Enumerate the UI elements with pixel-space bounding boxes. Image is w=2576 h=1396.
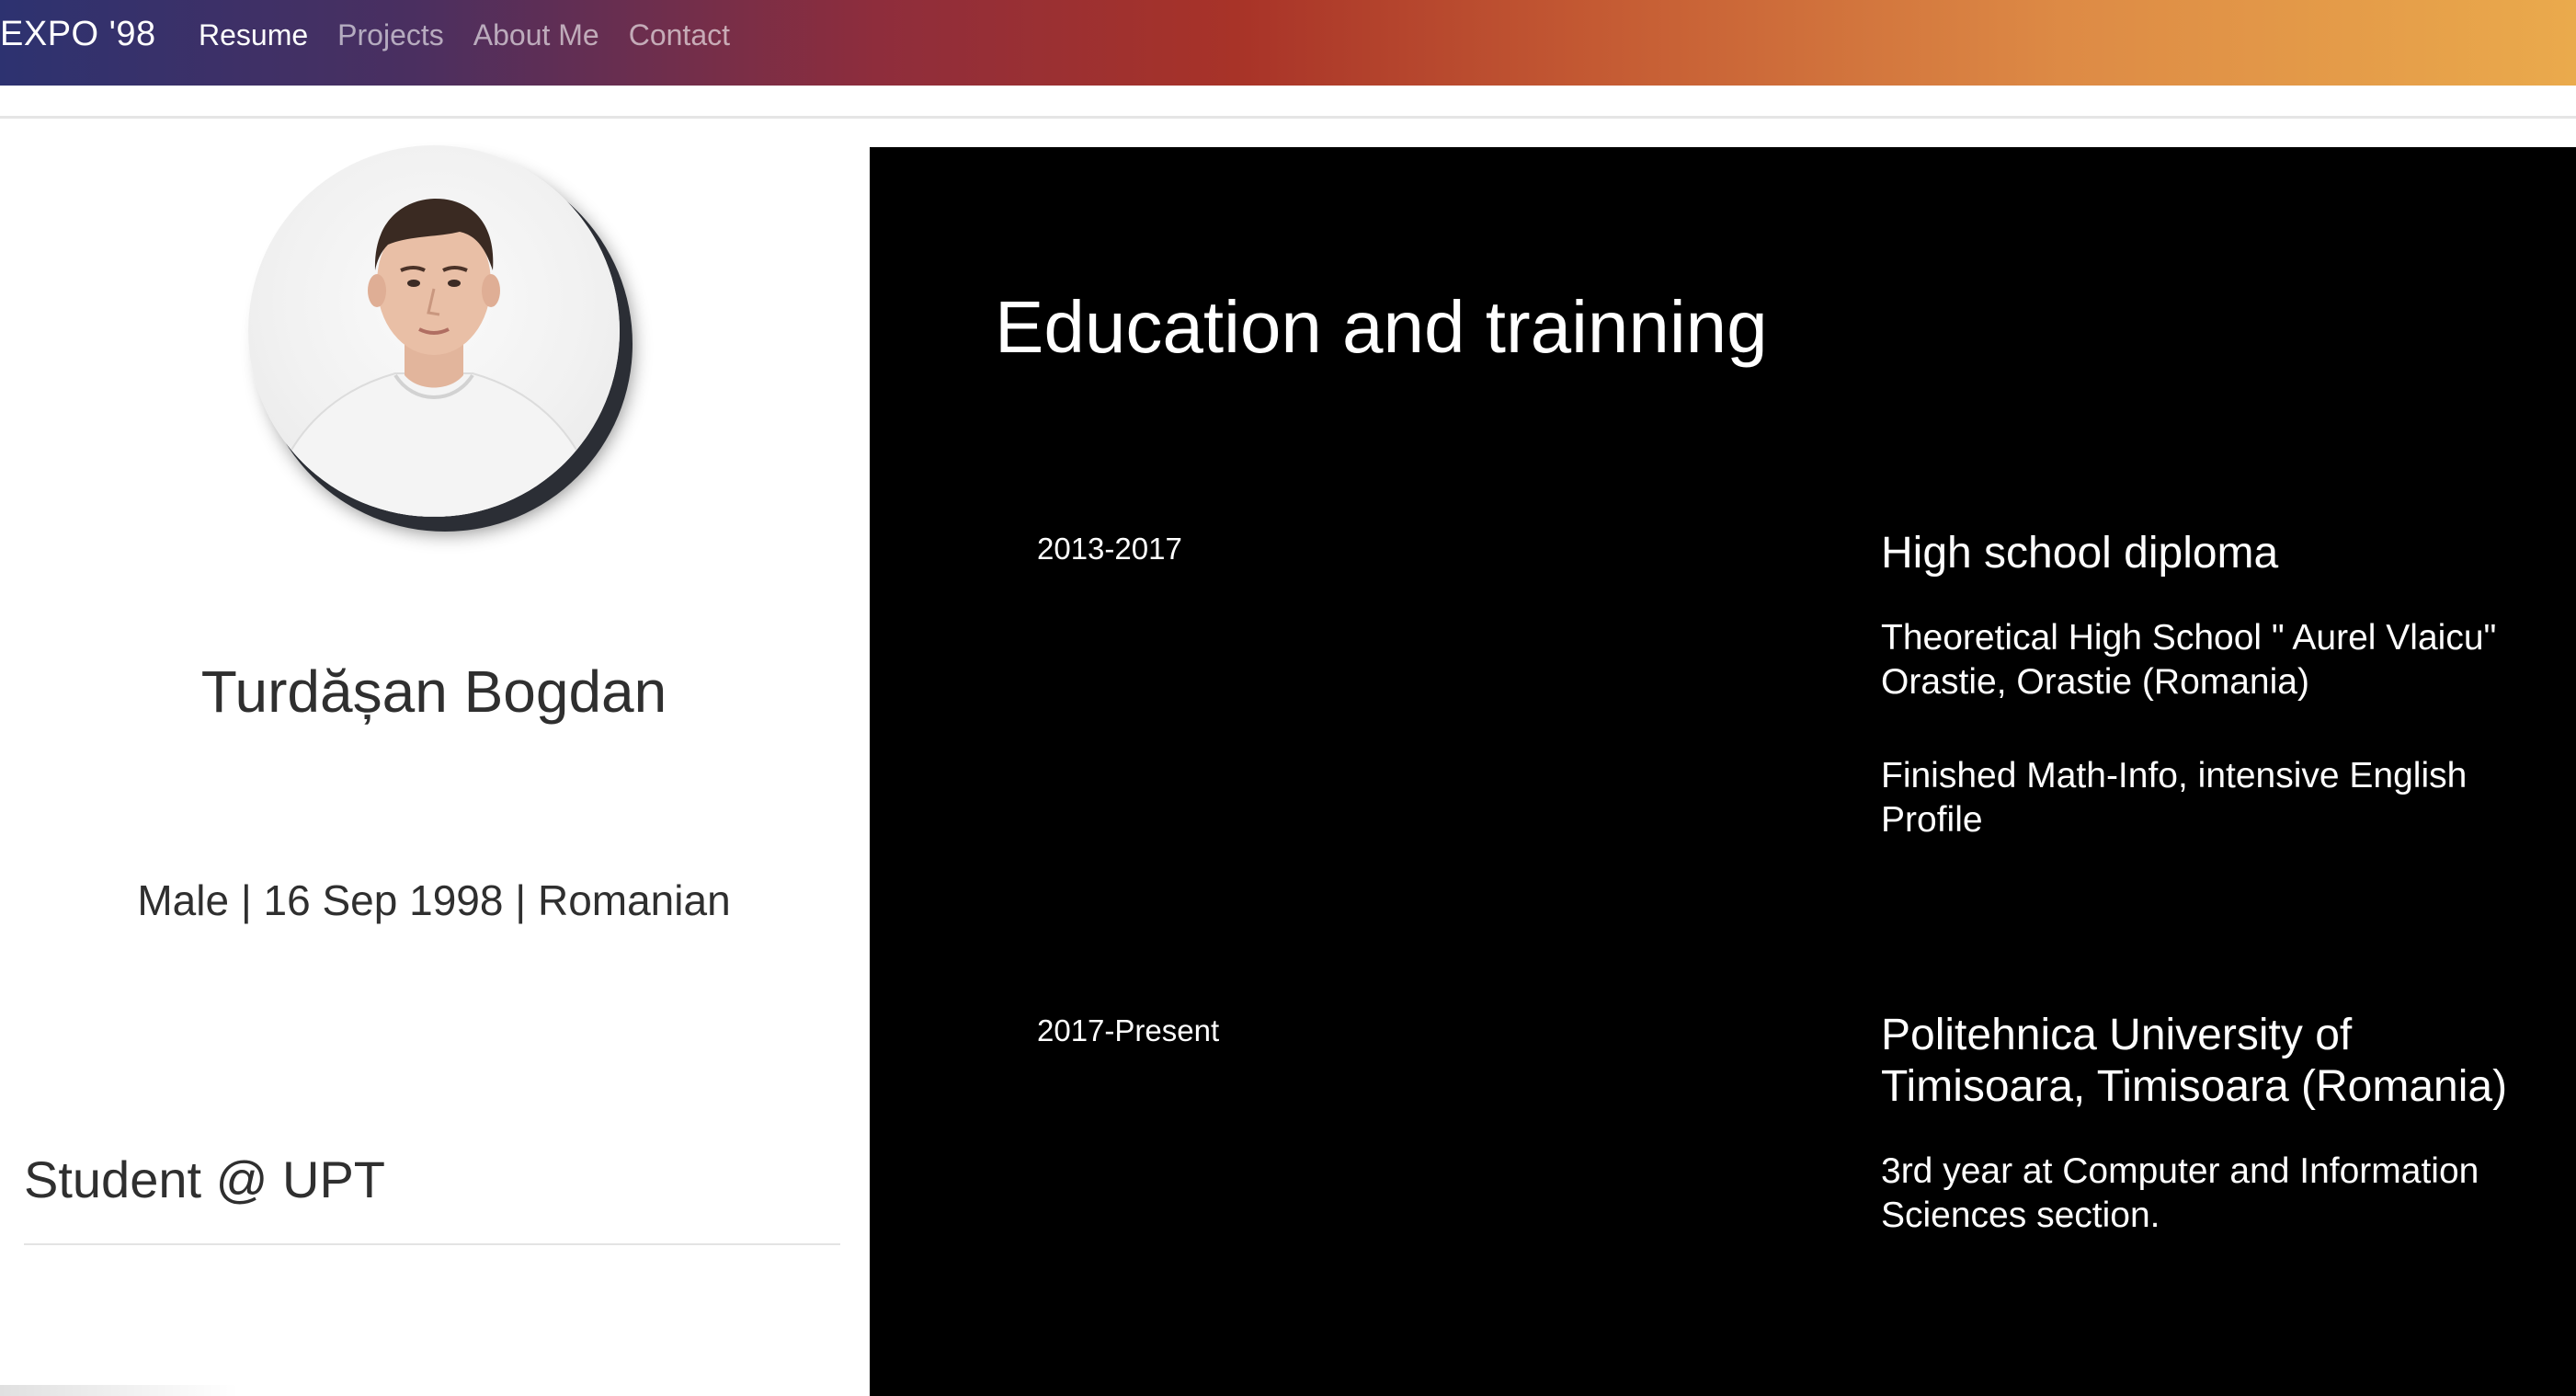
nav-link-projects[interactable]: Projects xyxy=(337,18,444,52)
header-divider xyxy=(0,116,2576,119)
education-panel: Education and trainning 2013-2017 High s… xyxy=(870,147,2576,1396)
nav-link-contact[interactable]: Contact xyxy=(629,18,730,52)
bottom-shadow xyxy=(0,1385,239,1396)
person-details: Male | 16 Sep 1998 | Romanian xyxy=(137,876,731,924)
brand-logo[interactable]: EXPO '98 xyxy=(0,15,156,54)
nav-link-resume[interactable]: Resume xyxy=(199,18,308,52)
education-detail: Finished Math-Info, intensive English Pr… xyxy=(1881,756,2468,840)
role-divider xyxy=(24,1243,840,1245)
top-navbar: EXPO '98 Resume Projects About Me Contac… xyxy=(0,0,2576,86)
education-body: High school diploma Theoretical High Sch… xyxy=(1881,528,2543,892)
profile-column: Turdășan Bogdan Male | 16 Sep 1998 | Rom… xyxy=(0,120,868,1396)
education-detail: 3rd year at Computer and Information Sci… xyxy=(1881,1151,2479,1235)
person-role: Student @ UPT xyxy=(24,1150,386,1208)
education-heading: Politehnica University of Timisoara, Tim… xyxy=(1881,1011,2508,1111)
nav-links: Resume Projects About Me Contact xyxy=(199,18,759,52)
education-date: 2013-2017 xyxy=(1037,532,1182,566)
education-detail: Theoretical High School " Aurel Vlaicu" … xyxy=(1881,618,2497,702)
education-heading: High school diploma xyxy=(1881,529,2279,578)
education-title: Education and trainning xyxy=(995,286,1768,368)
education-date: 2017-Present xyxy=(1037,1013,1220,1047)
profile-avatar xyxy=(248,145,620,517)
education-body: Politehnica University of Timisoara, Tim… xyxy=(1881,1010,2543,1287)
person-name: Turdășan Bogdan xyxy=(200,658,667,725)
nav-link-about-me[interactable]: About Me xyxy=(473,18,599,52)
